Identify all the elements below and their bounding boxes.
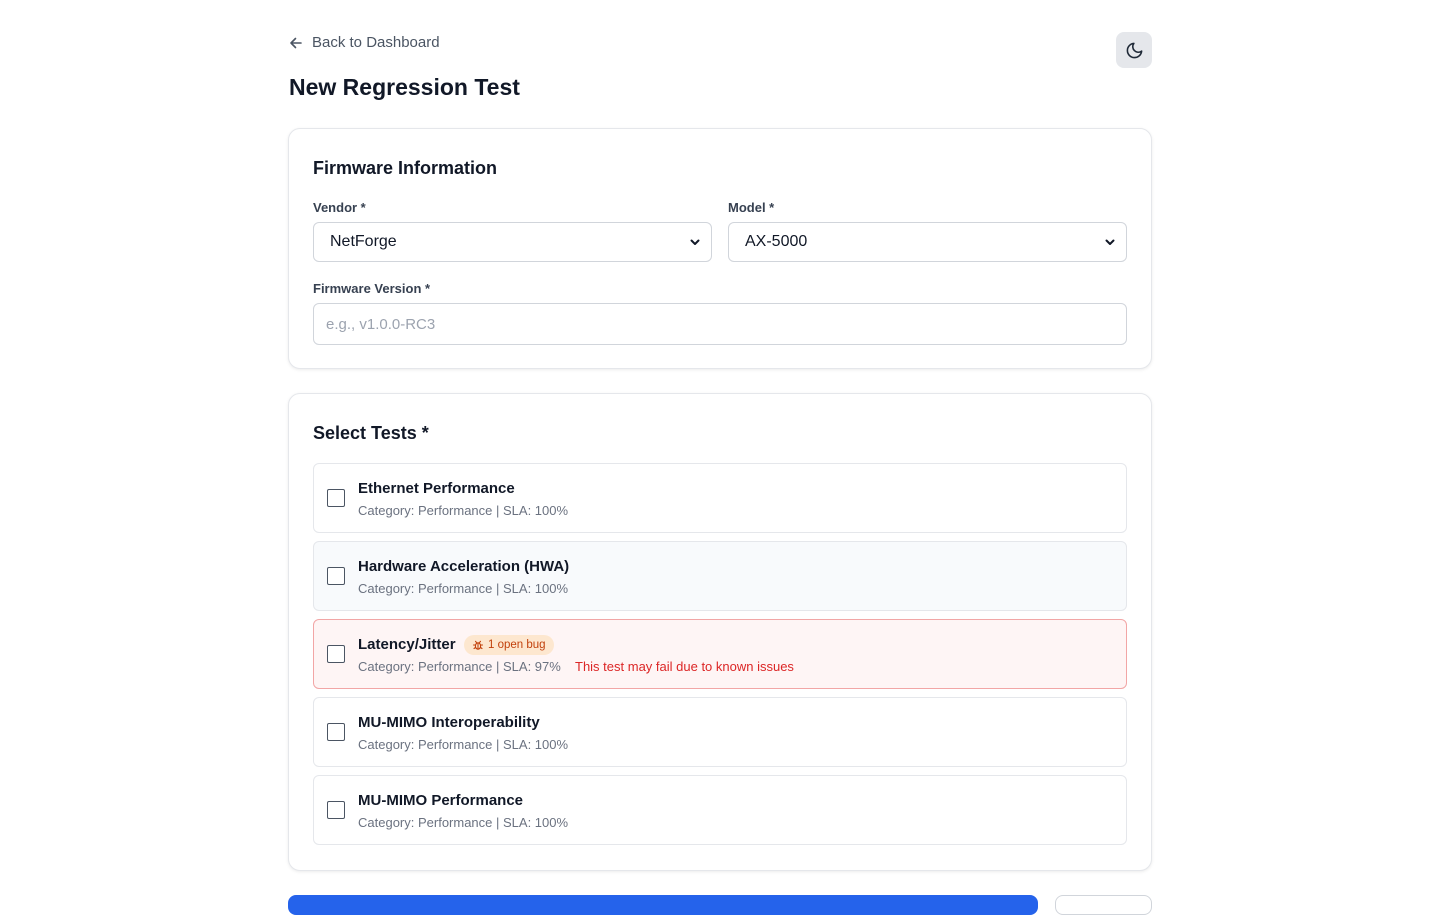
- vendor-select[interactable]: NetForge: [313, 222, 712, 262]
- test-item-hardware-acceleration[interactable]: Hardware Acceleration (HWA) Category: Pe…: [313, 541, 1127, 611]
- open-bug-label: 1 open bug: [488, 639, 546, 651]
- test-name: MU-MIMO Performance: [358, 792, 524, 809]
- open-bug-badge[interactable]: 1 open bug: [464, 635, 554, 655]
- back-to-dashboard-link[interactable]: Back to Dashboard: [288, 34, 440, 51]
- page-title: New Regression Test: [289, 74, 520, 100]
- vendor-label: Vendor *: [313, 200, 366, 215]
- model-select[interactable]: AX-5000: [728, 222, 1127, 262]
- test-meta: Category: Performance | SLA: 100%: [358, 503, 569, 518]
- select-tests-card: Select Tests * Ethernet Performance Cate…: [288, 393, 1152, 871]
- test-meta: Category: Performance | SLA: 100%: [358, 815, 569, 830]
- back-link-label: Back to Dashboard: [312, 34, 440, 51]
- bug-icon: [472, 640, 484, 650]
- cancel-button[interactable]: [1055, 895, 1152, 915]
- chevron-down-icon: [690, 239, 700, 245]
- test-checkbox[interactable]: [327, 567, 345, 585]
- model-select-value: AX-5000: [745, 233, 808, 250]
- test-checkbox[interactable]: [327, 645, 345, 663]
- test-item-mu-mimo-interoperability[interactable]: MU-MIMO Interoperability Category: Perfo…: [313, 697, 1127, 767]
- test-name: Latency/Jitter: [358, 636, 456, 653]
- submit-button[interactable]: [288, 895, 1038, 915]
- known-issues-warning: This test may fail due to known issues: [575, 659, 794, 674]
- test-item-mu-mimo-performance[interactable]: MU-MIMO Performance Category: Performanc…: [313, 775, 1127, 845]
- model-label: Model *: [728, 200, 775, 215]
- select-tests-title: Select Tests *: [313, 423, 429, 443]
- test-item-latency-jitter[interactable]: Latency/Jitter 1 open bug Category: Perf…: [313, 619, 1127, 689]
- test-item-ethernet-performance[interactable]: Ethernet Performance Category: Performan…: [313, 463, 1127, 533]
- test-meta: Category: Performance | SLA: 97%: [358, 659, 561, 674]
- vendor-select-value: NetForge: [330, 233, 397, 250]
- test-checkbox[interactable]: [327, 801, 345, 819]
- firmware-version-input[interactable]: [313, 303, 1127, 345]
- arrow-left-icon: [290, 37, 302, 48]
- chevron-down-icon: [1105, 239, 1115, 245]
- firmware-version-label: Firmware Version *: [313, 281, 431, 296]
- firmware-information-card: Firmware Information Vendor * NetForge M…: [288, 128, 1152, 369]
- firmware-card-title: Firmware Information: [313, 158, 498, 178]
- moon-icon: [1126, 42, 1142, 58]
- test-meta: Category: Performance | SLA: 100%: [358, 581, 569, 596]
- test-meta: Category: Performance | SLA: 100%: [358, 737, 569, 752]
- test-name: Ethernet Performance: [358, 480, 515, 497]
- test-checkbox[interactable]: [327, 489, 345, 507]
- test-name: Hardware Acceleration (HWA): [358, 558, 570, 575]
- test-name: MU-MIMO Interoperability: [358, 714, 540, 731]
- theme-toggle-button[interactable]: [1116, 32, 1152, 68]
- test-checkbox[interactable]: [327, 723, 345, 741]
